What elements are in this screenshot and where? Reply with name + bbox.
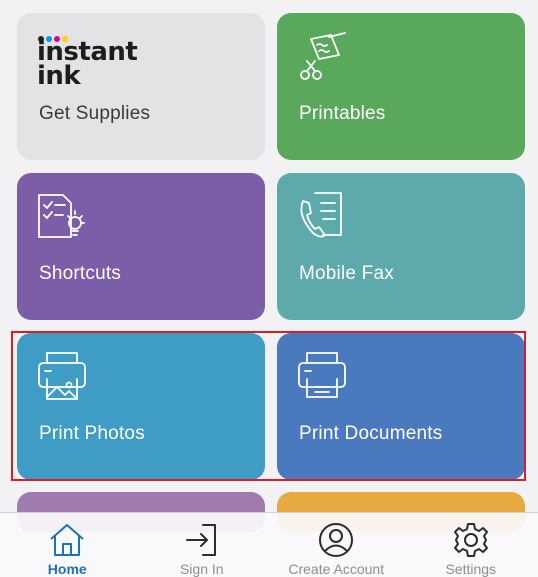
logo-word-ink: ink bbox=[37, 61, 80, 91]
gear-icon bbox=[452, 522, 490, 558]
checklist-bulb-icon bbox=[37, 191, 89, 243]
sign-in-icon bbox=[183, 522, 221, 558]
tab-sign-in-label: Sign In bbox=[135, 561, 270, 577]
mobile-fax-label: Mobile Fax bbox=[299, 263, 394, 285]
tab-sign-in[interactable]: Sign In bbox=[135, 513, 270, 577]
printables-label: Printables bbox=[299, 103, 386, 125]
tab-create-account[interactable]: Create Account bbox=[269, 513, 404, 577]
shortcuts-label: Shortcuts bbox=[39, 263, 121, 285]
bottom-tab-bar: Home Sign In Create Account Settings bbox=[0, 512, 538, 577]
tab-create-account-label: Create Account bbox=[269, 561, 404, 577]
instant-ink-logo: instant ink bbox=[37, 33, 127, 93]
tab-home-label: Home bbox=[0, 561, 135, 577]
scissors-paper-icon bbox=[297, 31, 349, 83]
shortcuts-tile[interactable]: Shortcuts bbox=[17, 173, 265, 320]
account-icon bbox=[317, 522, 355, 558]
phone-document-icon bbox=[297, 191, 349, 243]
tab-settings-label: Settings bbox=[404, 561, 538, 577]
tab-settings[interactable]: Settings bbox=[404, 513, 538, 577]
printables-tile[interactable]: Printables bbox=[277, 13, 525, 160]
get-supplies-label: Get Supplies bbox=[39, 103, 150, 125]
tab-home[interactable]: Home bbox=[0, 513, 135, 577]
get-supplies-tile[interactable]: instant ink Get Supplies bbox=[17, 13, 265, 160]
mobile-fax-tile[interactable]: Mobile Fax bbox=[277, 173, 525, 320]
home-icon bbox=[48, 522, 86, 558]
selection-highlight bbox=[11, 331, 526, 481]
